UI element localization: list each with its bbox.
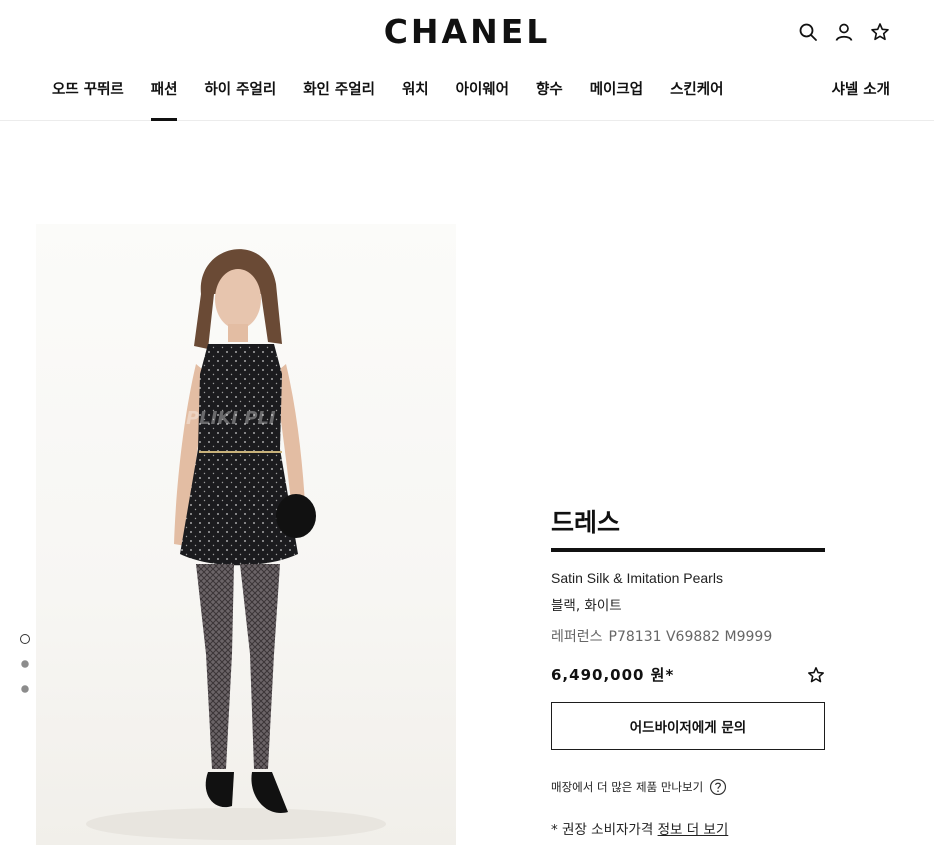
nav-item-high-jewelry[interactable]: 하이 주얼리 — [204, 78, 276, 121]
product-material: Satin Silk & Imitation Pearls — [551, 570, 723, 586]
find-in-store-link[interactable]: 매장에서 더 많은 제품 만나보기 — [551, 778, 825, 796]
gallery-dot-3[interactable] — [21, 685, 29, 693]
reference-label: 레퍼런스 — [551, 629, 603, 645]
product-info: 드레스 Satin Silk & Imitation Pearls 블랙, 화이… — [551, 503, 825, 838]
model-illustration: PLIKI PLI — [86, 249, 386, 840]
price-note-prefix: * 권장 소비자가격 — [551, 822, 658, 838]
more-info-link[interactable]: 정보 더 보기 — [658, 822, 729, 838]
contact-advisor-button[interactable]: 어드바이저에게 문의 — [551, 702, 825, 750]
nav-item-fashion[interactable]: 패션 — [150, 78, 177, 121]
product-title: 드레스 — [551, 503, 825, 552]
nav-item-skincare[interactable]: 스킨케어 — [670, 78, 723, 121]
add-to-wishlist-star-icon[interactable] — [807, 666, 825, 684]
gallery-pagination — [20, 634, 30, 709]
nav-item-fine-jewelry[interactable]: 화인 주얼리 — [303, 78, 375, 121]
nav-item-watches[interactable]: 워치 — [402, 78, 429, 121]
product-image[interactable]: PLIKI PLI — [36, 224, 456, 845]
product-reference: 레퍼런스 P78131 V69882 M9999 — [551, 626, 825, 646]
product-color: 블랙, 화이트 — [551, 598, 622, 614]
price-note: * 권장 소비자가격 정보 더 보기 — [551, 818, 825, 838]
help-question-icon[interactable] — [709, 778, 727, 796]
product-price: 6,490,000 원* — [551, 666, 675, 684]
main-nav: 오뜨 꾸뛰르 패션 하이 주얼리 화인 주얼리 워치 아이웨어 향수 메이크업 … — [52, 78, 750, 121]
nav-item-makeup[interactable]: 메이크업 — [590, 78, 643, 121]
nav-item-about-chanel[interactable]: 샤넬 소개 — [832, 78, 890, 99]
account-icon[interactable] — [834, 22, 854, 42]
image-watermark: PLIKI PLI — [186, 408, 276, 429]
header-icons — [798, 22, 890, 42]
nav-item-haute-couture[interactable]: 오뜨 꾸뛰르 — [52, 78, 124, 121]
search-icon[interactable] — [798, 22, 818, 42]
gallery-dot-2[interactable] — [21, 660, 29, 668]
nav-item-fragrance[interactable]: 향수 — [536, 78, 563, 121]
gallery-dot-1[interactable] — [20, 634, 30, 644]
site-header: CHANEL 오뜨 꾸뛰르 패션 하이 주얼리 화인 주얼리 워치 아이웨어 향… — [0, 0, 934, 121]
reference-code: P78131 V69882 M9999 — [608, 629, 773, 645]
find-in-store-label: 매장에서 더 많은 제품 만나보기 — [551, 780, 704, 794]
wishlist-star-icon[interactable] — [870, 22, 890, 42]
nav-item-eyewear[interactable]: 아이웨어 — [456, 78, 509, 121]
chanel-logo[interactable]: CHANEL — [0, 12, 934, 51]
price-row: 6,490,000 원* — [551, 664, 825, 685]
